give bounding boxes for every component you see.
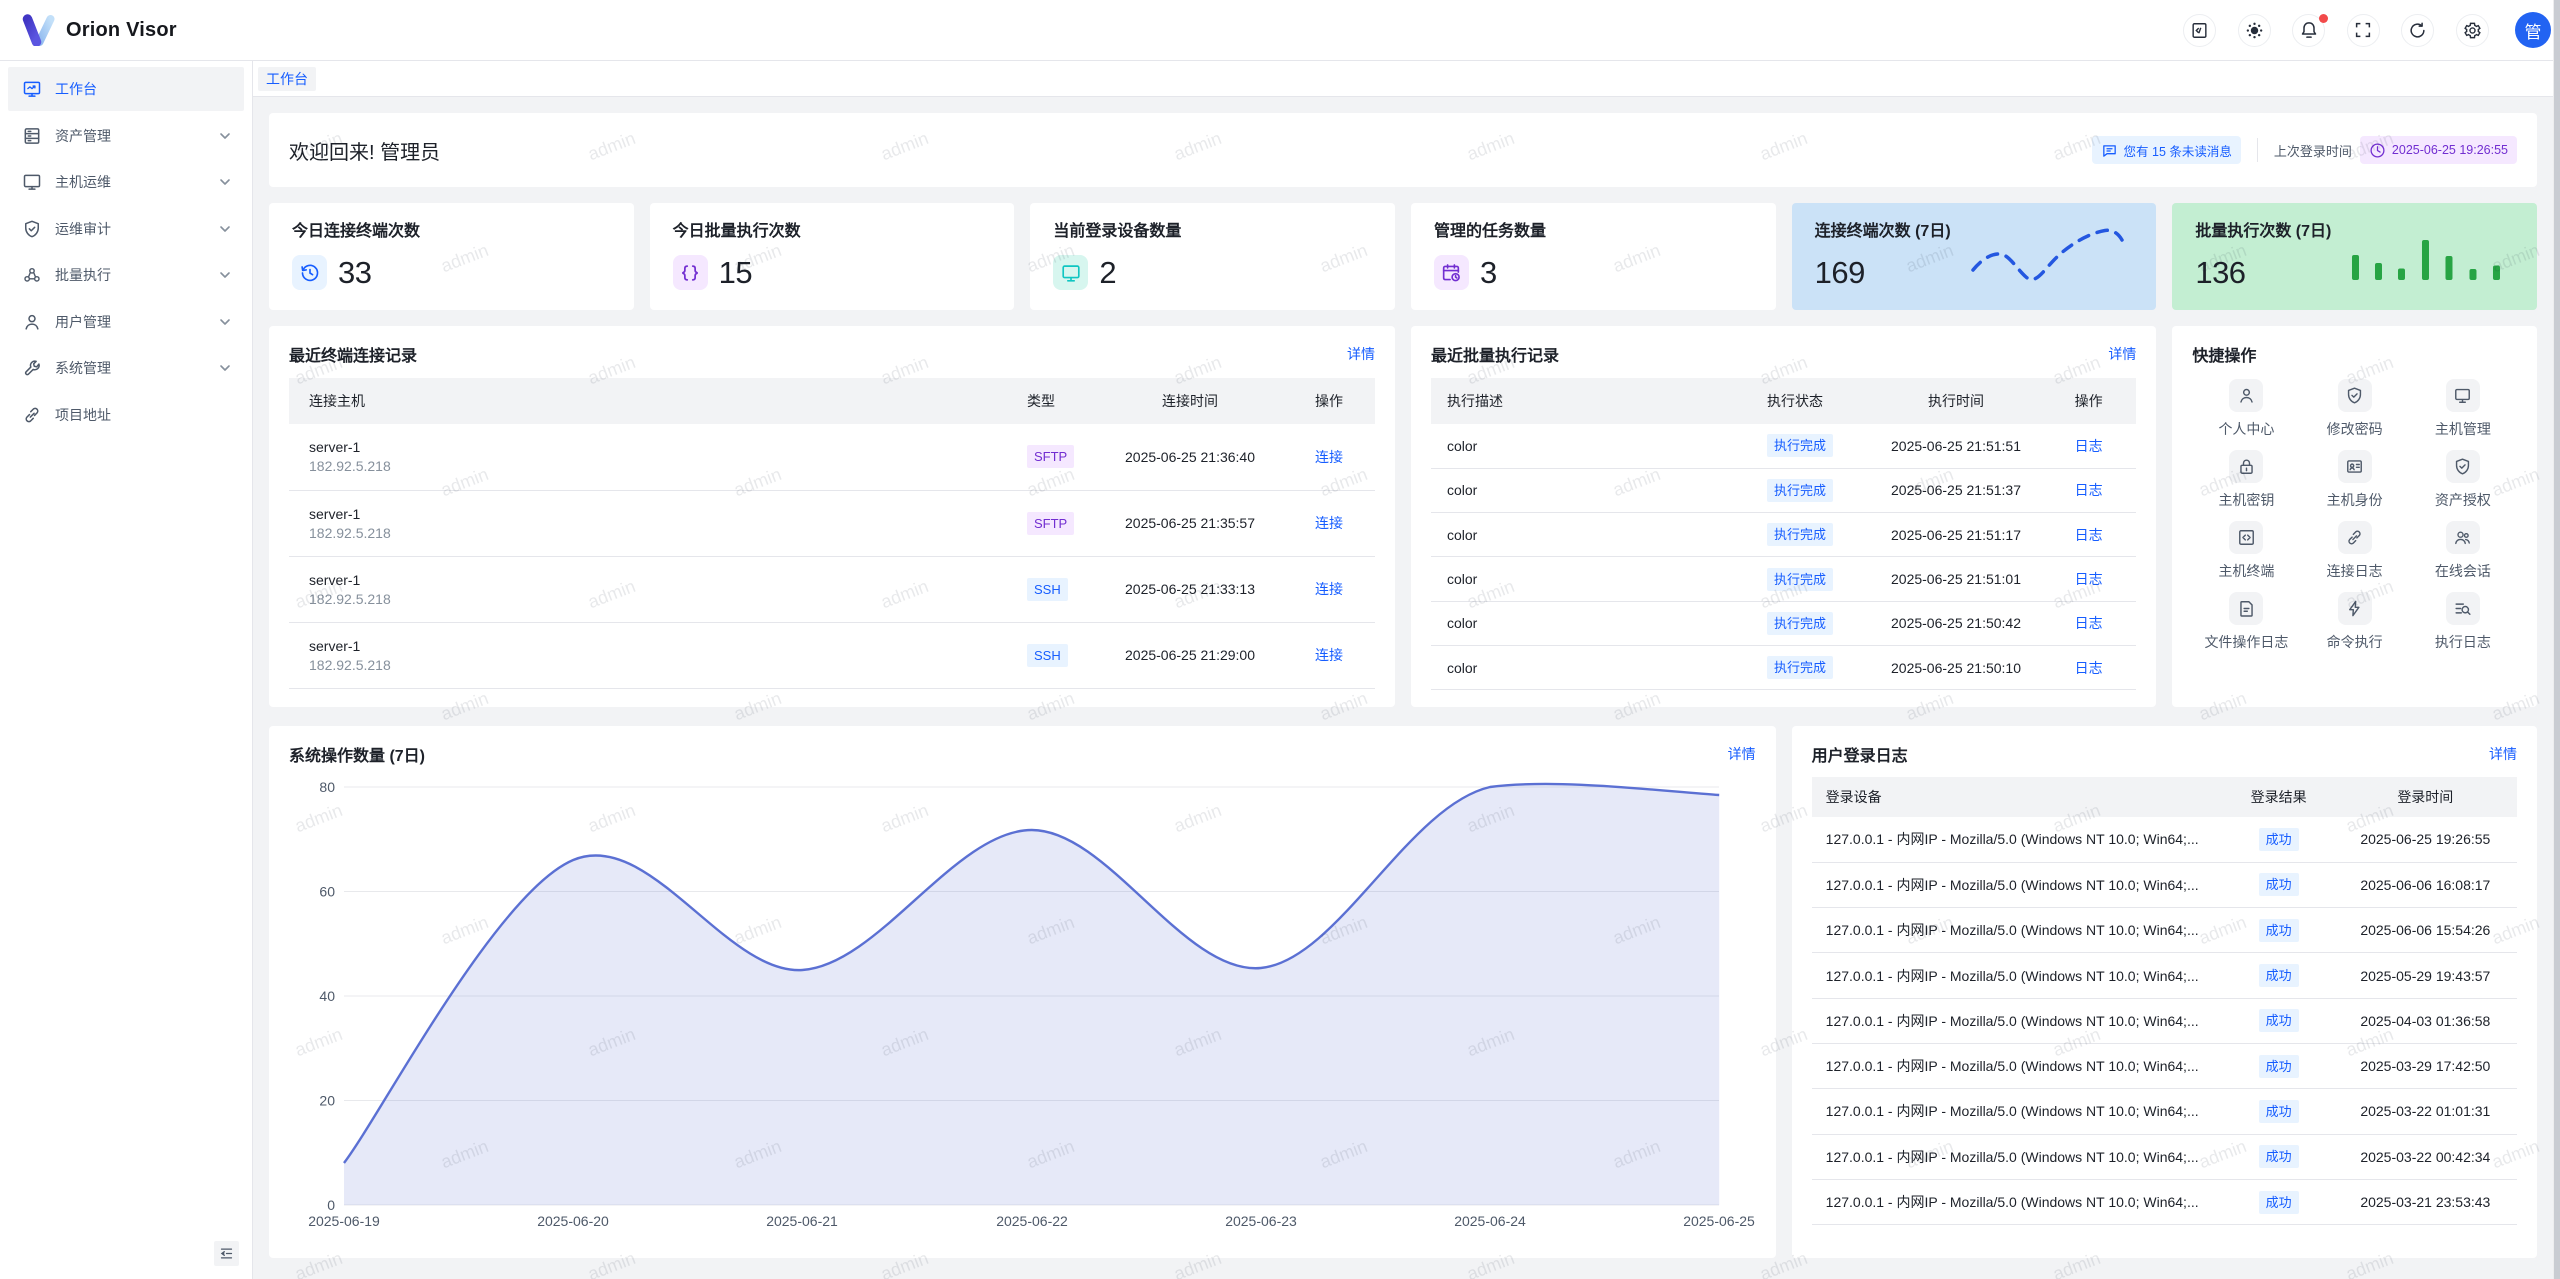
svg-text:2025-06-19: 2025-06-19 bbox=[308, 1213, 380, 1229]
svg-text:80: 80 bbox=[319, 779, 335, 795]
svg-text:60: 60 bbox=[319, 884, 335, 900]
svg-text:2025-06-21: 2025-06-21 bbox=[766, 1213, 838, 1229]
svg-text:2025-06-20: 2025-06-20 bbox=[537, 1213, 609, 1229]
svg-text:2025-06-25: 2025-06-25 bbox=[1683, 1213, 1755, 1229]
svg-text:20: 20 bbox=[319, 1093, 335, 1109]
svg-text:0: 0 bbox=[327, 1197, 335, 1213]
svg-text:2025-06-22: 2025-06-22 bbox=[996, 1213, 1068, 1229]
svg-text:2025-06-24: 2025-06-24 bbox=[1454, 1213, 1526, 1229]
svg-text:40: 40 bbox=[319, 988, 335, 1004]
svg-text:2025-06-23: 2025-06-23 bbox=[1225, 1213, 1297, 1229]
